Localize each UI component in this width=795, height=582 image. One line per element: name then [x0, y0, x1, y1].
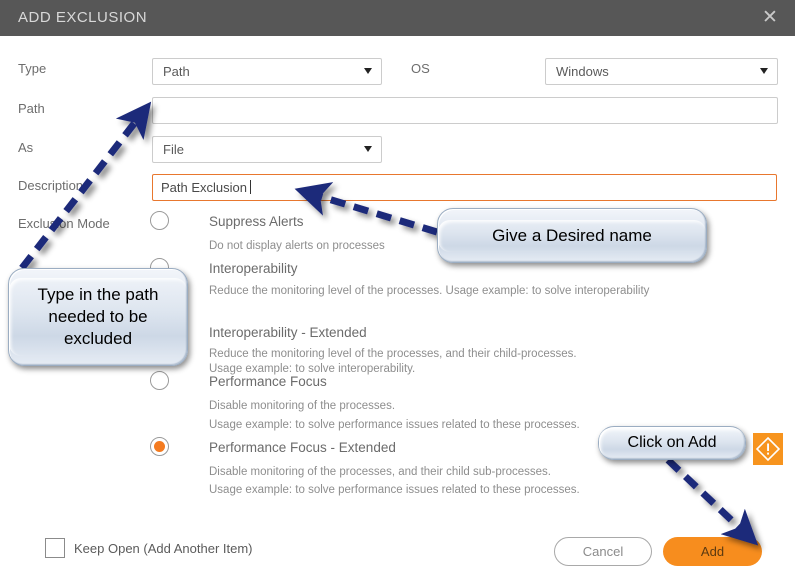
chevron-down-icon: [364, 146, 372, 152]
type-label: Type: [18, 61, 47, 76]
dialog-titlebar: ADD EXCLUSION ✕: [0, 0, 795, 36]
radio-option-3[interactable]: [150, 371, 169, 390]
as-dropdown-value: File: [163, 142, 184, 157]
option-title[interactable]: Performance Focus: [209, 374, 327, 389]
keep-open-label: Keep Open (Add Another Item): [74, 541, 253, 556]
callout-click-on-add-text: Click on Add: [599, 428, 745, 458]
description-label: Description: [18, 178, 84, 193]
text-cursor: [250, 180, 251, 194]
callout-type-in-path: Type in the path needed to be excluded: [8, 268, 188, 366]
radio-option-0[interactable]: [150, 211, 169, 230]
option-description: Reduce the monitoring level of the proce…: [209, 285, 650, 297]
as-dropdown[interactable]: File: [152, 136, 382, 163]
description-input-value: Path Exclusion: [161, 180, 251, 195]
as-label: As: [18, 140, 34, 155]
description-input[interactable]: Path Exclusion: [152, 174, 777, 201]
radio-option-4[interactable]: [150, 437, 169, 456]
os-dropdown-value: Windows: [556, 64, 609, 79]
option-description: Usage example: to solve performance issu…: [209, 419, 580, 431]
option-title[interactable]: Performance Focus - Extended: [209, 440, 396, 455]
callout-give-desired-name: Give a Desired name: [437, 208, 707, 263]
type-dropdown[interactable]: Path: [152, 58, 382, 85]
callout-type-in-path-text: Type in the path needed to be excluded: [9, 278, 187, 356]
option-description: Do not display alerts on processes: [209, 240, 385, 252]
option-description: Disable monitoring of the processes.: [209, 400, 396, 412]
keep-open-checkbox[interactable]: [45, 538, 65, 558]
cancel-button[interactable]: Cancel: [554, 537, 652, 566]
option-description: Disable monitoring of the processes, and…: [209, 466, 551, 478]
path-label: Path: [18, 101, 45, 116]
option-title[interactable]: Interoperability - Extended: [209, 325, 367, 340]
option-description: Reduce the monitoring level of the proce…: [209, 348, 577, 360]
chevron-down-icon: [760, 68, 768, 74]
type-dropdown-value: Path: [163, 64, 190, 79]
option-title[interactable]: Interoperability: [209, 261, 298, 276]
exclusion-mode-label: Exclusion Mode: [18, 216, 110, 231]
path-input[interactable]: [152, 97, 778, 124]
option-description: Usage example: to solve performance issu…: [209, 484, 580, 496]
chevron-down-icon: [364, 68, 372, 74]
add-button[interactable]: Add: [663, 537, 762, 566]
warning-diamond-icon[interactable]: [753, 433, 783, 465]
option-title[interactable]: Suppress Alerts: [209, 214, 304, 229]
dialog-title: ADD EXCLUSION: [18, 9, 148, 26]
callout-click-on-add: Click on Add: [598, 426, 746, 460]
os-label: OS: [411, 61, 430, 76]
callout-give-desired-name-text: Give a Desired name: [438, 220, 706, 252]
close-icon[interactable]: ✕: [757, 6, 783, 30]
os-dropdown[interactable]: Windows: [545, 58, 778, 85]
